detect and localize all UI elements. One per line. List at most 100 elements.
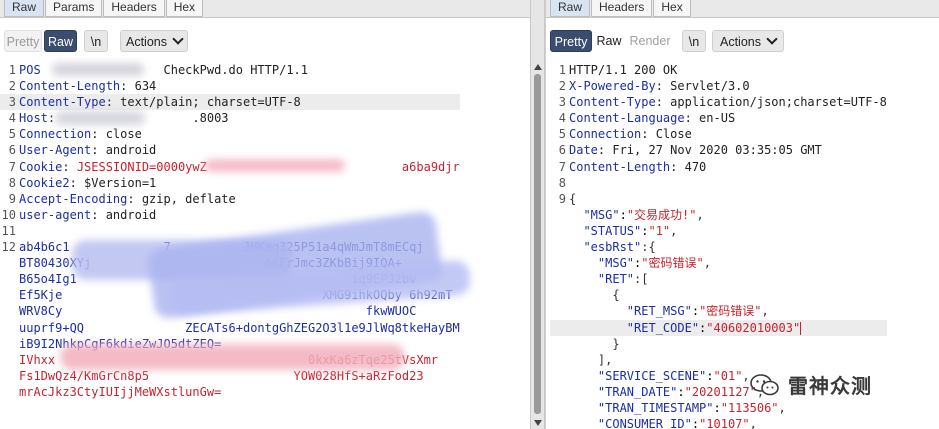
request-scrollbar[interactable] xyxy=(531,62,544,429)
header-name: Cookie2 xyxy=(19,175,70,190)
header-name: Accept-Encoding xyxy=(19,191,128,206)
tab-headers[interactable]: Headers xyxy=(103,0,165,17)
json-value: "10107" xyxy=(699,417,750,429)
header-separator: : xyxy=(597,143,613,158)
line-number: 8 xyxy=(8,175,16,190)
tab-hex[interactable]: Hex xyxy=(653,0,691,17)
actions-label: Actions xyxy=(126,35,167,49)
wechat-icon xyxy=(750,373,779,395)
code-line: 2 X-Powered-By: Servlet/3.0 xyxy=(550,78,887,94)
line-number: 12 xyxy=(1,240,16,255)
json-line: "TRAN_TIMESTAMP":"113506", xyxy=(550,400,887,416)
text-cursor xyxy=(800,321,802,335)
json-punct: } xyxy=(612,336,620,351)
code-line: 1 HTTP/1.1 200 OK xyxy=(550,62,887,78)
header-name: POS xyxy=(19,63,41,77)
header-value: Servlet/3.0 xyxy=(670,79,750,94)
json-value: "密码错误" xyxy=(699,304,762,319)
raw-button[interactable]: Raw xyxy=(594,30,624,52)
json-line: "CONSUMER_ID":"10107", xyxy=(550,416,887,429)
header-name: Cookie xyxy=(19,159,63,174)
actions-dropdown[interactable]: Actions xyxy=(712,30,784,52)
chevron-down-icon xyxy=(766,33,778,45)
tab-raw[interactable]: Raw xyxy=(4,0,45,17)
line-number: 3 xyxy=(558,95,566,110)
header-value: application/json;charset=UTF-8 xyxy=(670,95,887,110)
newline-toggle[interactable]: \n xyxy=(682,30,706,52)
json-punct: , xyxy=(742,368,750,383)
json-key: "RET" xyxy=(597,272,635,287)
tab-raw[interactable]: Raw xyxy=(550,0,591,17)
scroll-thumb[interactable] xyxy=(534,74,541,414)
header-name: Host xyxy=(19,111,48,126)
code-line: 9 Accept-Encoding: gzip, deflate xyxy=(0,191,460,207)
json-punct: :[ xyxy=(634,272,649,287)
json-line: "RET_CODE":"40602010003" xyxy=(550,319,887,336)
header-separator: : xyxy=(91,143,106,158)
header-value: text/plain; charset=UTF-8 xyxy=(120,95,301,110)
redaction-mark xyxy=(52,63,144,76)
line-number: 7 xyxy=(8,159,16,174)
header-value: android xyxy=(105,207,157,222)
body-text: Fs1DwQz4/KmGrCn8p5 YOW028HfS+aRzFod23 xyxy=(19,368,424,383)
header-separator: : xyxy=(655,95,671,110)
code-line: 3 Content-Type: application/json;charset=… xyxy=(550,94,887,110)
json-key: "STATUS" xyxy=(583,223,642,238)
header-value: 470 xyxy=(684,159,707,174)
json-line: "esbRst":{ xyxy=(550,239,887,255)
scroll-up-icon[interactable] xyxy=(534,64,542,70)
code-line: 6 User-Agent: android xyxy=(0,142,460,158)
json-key: "MSG" xyxy=(597,256,635,271)
code-line: 8 Cookie2: $Version=1 xyxy=(0,175,460,191)
json-line: "RET":[ xyxy=(550,271,887,287)
json-line: ], xyxy=(550,352,887,368)
json-value: "1" xyxy=(648,223,671,238)
pretty-button[interactable]: Pretty xyxy=(550,30,592,52)
pretty-button[interactable]: Pretty xyxy=(4,30,42,52)
header-separator: : xyxy=(670,159,685,174)
scroll-down-icon[interactable] xyxy=(534,420,542,426)
tab-params[interactable]: Params xyxy=(45,0,103,17)
tab-hex[interactable]: Hex xyxy=(165,0,204,17)
line-number: 8 xyxy=(558,175,566,190)
line-number: 11 xyxy=(1,223,16,238)
line-number: 1 xyxy=(8,63,16,77)
code-line: mrAcJkz3CtyIUIjjMeWXstlunGw= xyxy=(0,384,460,400)
header-separator: : xyxy=(105,95,121,110)
response-tab-bar: Raw Headers Hex xyxy=(546,0,939,18)
header-name: Connection xyxy=(569,127,642,142)
json-punct: ], xyxy=(597,352,613,367)
header-name: Content-Type xyxy=(569,95,656,110)
render-button[interactable]: Render xyxy=(628,30,672,52)
json-value: "113506" xyxy=(720,400,779,415)
newline-toggle[interactable]: \n xyxy=(84,30,108,52)
tab-headers[interactable]: Headers xyxy=(591,0,653,17)
json-line: 9{ xyxy=(550,191,887,207)
body-text: uuprf9+QQ ZECATs6+dontgGhZEG2O3l1e9JlWq8… xyxy=(19,320,460,335)
chevron-down-icon xyxy=(172,33,184,45)
header-separator: : xyxy=(120,79,135,94)
json-key: "esbRst" xyxy=(583,240,642,255)
json-punct: , xyxy=(778,400,786,415)
header-value: android xyxy=(105,143,157,158)
line-number: 4 xyxy=(8,111,16,126)
line-number: 9 xyxy=(8,191,16,206)
header-name: Content-Length xyxy=(19,79,121,94)
header-separator: : xyxy=(684,111,700,126)
json-key: "TRAN_TIMESTAMP" xyxy=(597,400,714,415)
json-punct: , xyxy=(761,304,769,319)
response-pane: Raw Headers Hex Pretty Raw Render \n Actio… xyxy=(545,0,939,429)
json-value: "40602010003" xyxy=(706,320,801,335)
code-line: 5 Connection: close xyxy=(0,126,460,142)
actions-dropdown[interactable]: Actions xyxy=(120,30,188,52)
header-value: Close xyxy=(655,127,692,142)
json-punct: , xyxy=(749,417,757,429)
raw-button[interactable]: Raw xyxy=(44,30,77,52)
